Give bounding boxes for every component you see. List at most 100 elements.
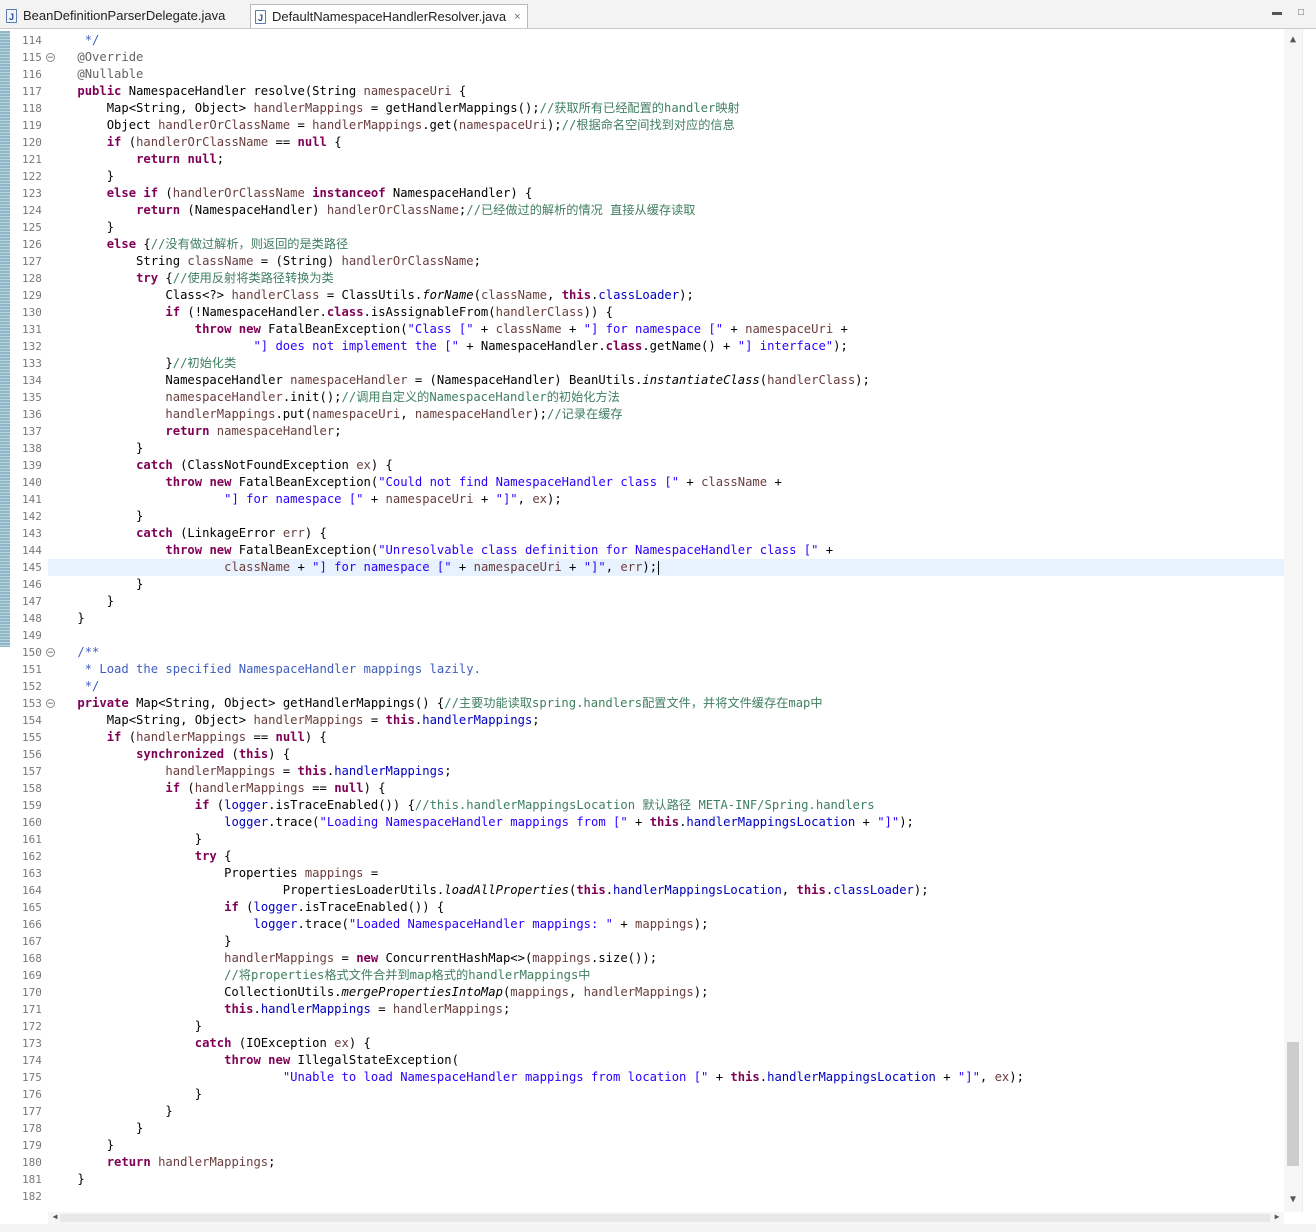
- code-token: }: [48, 1019, 203, 1033]
- code-line[interactable]: */: [48, 32, 1284, 49]
- code-line[interactable]: }: [48, 440, 1284, 457]
- code-line[interactable]: }: [48, 1018, 1284, 1035]
- code-line[interactable]: else if (handlerOrClassName instanceof N…: [48, 185, 1284, 202]
- code-line[interactable]: Map<String, Object> handlerMappings = ge…: [48, 100, 1284, 117]
- code-line[interactable]: String className = (String) handlerOrCla…: [48, 253, 1284, 270]
- code-line[interactable]: }: [48, 1137, 1284, 1154]
- code-line[interactable]: /**: [48, 644, 1284, 661]
- code-line[interactable]: }: [48, 508, 1284, 525]
- code-line[interactable]: }: [48, 933, 1284, 950]
- code-line[interactable]: //将properties格式文件合并到map格式的handlerMapping…: [48, 967, 1284, 984]
- code-token: class: [326, 305, 364, 319]
- code-token: CollectionUtils.: [48, 985, 342, 999]
- close-tab-icon[interactable]: ×: [514, 11, 520, 23]
- code-line[interactable]: try {//使用反射将类路径转换为类: [48, 270, 1284, 287]
- code-token: logger: [253, 900, 298, 914]
- code-line[interactable]: "Unable to load NamespaceHandler mapping…: [48, 1069, 1284, 1086]
- vertical-scrollbar-thumb[interactable]: [1287, 1042, 1299, 1166]
- code-line[interactable]: PropertiesLoaderUtils.loadAllProperties(…: [48, 882, 1284, 899]
- code-token: //获取所有已经配置的handler映射: [539, 101, 740, 115]
- code-line[interactable]: Map<String, Object> handlerMappings = th…: [48, 712, 1284, 729]
- code-token: new: [356, 951, 379, 965]
- code-line[interactable]: "] does not implement the [" + Namespace…: [48, 338, 1284, 355]
- code-line[interactable]: private Map<String, Object> getHandlerMa…: [48, 695, 1284, 712]
- code-line[interactable]: logger.trace("Loading NamespaceHandler m…: [48, 814, 1284, 831]
- code-line[interactable]: if (logger.isTraceEnabled()) {: [48, 899, 1284, 916]
- code-line[interactable]: [48, 627, 1284, 644]
- code-token: //使用反射将类路径转换为类: [172, 271, 334, 285]
- code-line[interactable]: throw new IllegalStateException(: [48, 1052, 1284, 1069]
- code-line[interactable]: "] for namespace [" + namespaceUri + "]"…: [48, 491, 1284, 508]
- minimize-icon[interactable]: ▬: [1270, 8, 1284, 18]
- scroll-up-icon[interactable]: ▲: [1286, 34, 1300, 45]
- code-line[interactable]: Properties mappings =: [48, 865, 1284, 882]
- code-line[interactable]: else {//没有做过解析，则返回的是类路径: [48, 236, 1284, 253]
- code-line[interactable]: }: [48, 576, 1284, 593]
- code-token: ==: [304, 781, 335, 795]
- code-line[interactable]: }: [48, 593, 1284, 610]
- scroll-right-icon[interactable]: ▶: [1270, 1212, 1284, 1221]
- code-line[interactable]: }: [48, 1171, 1284, 1188]
- code-line[interactable]: handlerMappings = new ConcurrentHashMap<…: [48, 950, 1284, 967]
- code-line[interactable]: @Nullable: [48, 66, 1284, 83]
- code-line[interactable]: return null;: [48, 151, 1284, 168]
- vertical-scrollbar[interactable]: [1284, 29, 1302, 1212]
- code-line[interactable]: handlerMappings.put(namespaceUri, namesp…: [48, 406, 1284, 423]
- code-line[interactable]: */: [48, 678, 1284, 695]
- tab-bean-definition-parser-delegate[interactable]: J BeanDefinitionParserDelegate.java: [2, 4, 246, 27]
- code-line[interactable]: }: [48, 1103, 1284, 1120]
- code-line[interactable]: }//初始化类: [48, 355, 1284, 372]
- code-line[interactable]: * Load the specified NamespaceHandler ma…: [48, 661, 1284, 678]
- code-line[interactable]: public NamespaceHandler resolve(String n…: [48, 83, 1284, 100]
- code-line[interactable]: throw new FatalBeanException("Class [" +…: [48, 321, 1284, 338]
- scroll-left-icon[interactable]: ◀: [48, 1212, 62, 1221]
- code-line[interactable]: return namespaceHandler;: [48, 423, 1284, 440]
- java-file-icon: J: [255, 9, 266, 24]
- code-line[interactable]: NamespaceHandler namespaceHandler = (Nam…: [48, 372, 1284, 389]
- code-line[interactable]: }: [48, 610, 1284, 627]
- code-line[interactable]: }: [48, 1086, 1284, 1103]
- code-line[interactable]: className + "] for namespace [" + namesp…: [48, 559, 1284, 576]
- code-line[interactable]: @Override: [48, 49, 1284, 66]
- code-line[interactable]: if (handlerOrClassName == null {: [48, 134, 1284, 151]
- line-number: 125: [22, 221, 42, 234]
- code-line[interactable]: Object handlerOrClassName = handlerMappi…: [48, 117, 1284, 134]
- code-line[interactable]: if (handlerMappings == null) {: [48, 780, 1284, 797]
- code-line[interactable]: throw new FatalBeanException("Could not …: [48, 474, 1284, 491]
- code-line[interactable]: try {: [48, 848, 1284, 865]
- code-line[interactable]: catch (IOException ex) {: [48, 1035, 1284, 1052]
- code-line[interactable]: logger.trace("Loaded NamespaceHandler ma…: [48, 916, 1284, 933]
- code-line[interactable]: throw new FatalBeanException("Unresolvab…: [48, 542, 1284, 559]
- horizontal-scrollbar-thumb[interactable]: [60, 1214, 1270, 1222]
- code-line[interactable]: if (logger.isTraceEnabled()) {//this.han…: [48, 797, 1284, 814]
- code-area[interactable]: */ @Override @Nullable public NamespaceH…: [48, 29, 1284, 1212]
- code-editor[interactable]: 114 115−116 117 118 119 120 121 122 123 124 125 126…: [0, 29, 1316, 1212]
- code-line[interactable]: return (NamespaceHandler) handlerOrClass…: [48, 202, 1284, 219]
- code-token: + NamespaceHandler.: [458, 339, 606, 353]
- code-line[interactable]: [48, 1188, 1284, 1205]
- code-line[interactable]: }: [48, 168, 1284, 185]
- code-line[interactable]: this.handlerMappings = handlerMappings;: [48, 1001, 1284, 1018]
- code-line[interactable]: }: [48, 831, 1284, 848]
- code-line[interactable]: CollectionUtils.mergePropertiesIntoMap(m…: [48, 984, 1284, 1001]
- code-line[interactable]: namespaceHandler.init();//调用自定义的Namespac…: [48, 389, 1284, 406]
- overview-ruler[interactable]: [1302, 29, 1316, 1212]
- maximize-icon[interactable]: □: [1294, 8, 1308, 18]
- scroll-down-icon[interactable]: ▼: [1286, 1194, 1300, 1205]
- code-line[interactable]: catch (LinkageError err) {: [48, 525, 1284, 542]
- code-line[interactable]: return handlerMappings;: [48, 1154, 1284, 1171]
- code-token: }: [48, 220, 115, 234]
- code-line[interactable]: }: [48, 219, 1284, 236]
- code-line[interactable]: if (!NamespaceHandler.class.isAssignable…: [48, 304, 1284, 321]
- code-line[interactable]: catch (ClassNotFoundException ex) {: [48, 457, 1284, 474]
- code-token: if: [165, 781, 181, 795]
- code-line[interactable]: handlerMappings = this.handlerMappings;: [48, 763, 1284, 780]
- code-line[interactable]: }: [48, 1120, 1284, 1137]
- tab-default-namespace-handler-resolver[interactable]: J DefaultNamespaceHandlerResolver.java ×: [250, 4, 528, 28]
- code-token: handlerMappings: [165, 407, 276, 421]
- code-line[interactable]: Class<?> handlerClass = ClassUtils.forNa…: [48, 287, 1284, 304]
- code-line[interactable]: synchronized (this) {: [48, 746, 1284, 763]
- code-line[interactable]: if (handlerMappings == null) {: [48, 729, 1284, 746]
